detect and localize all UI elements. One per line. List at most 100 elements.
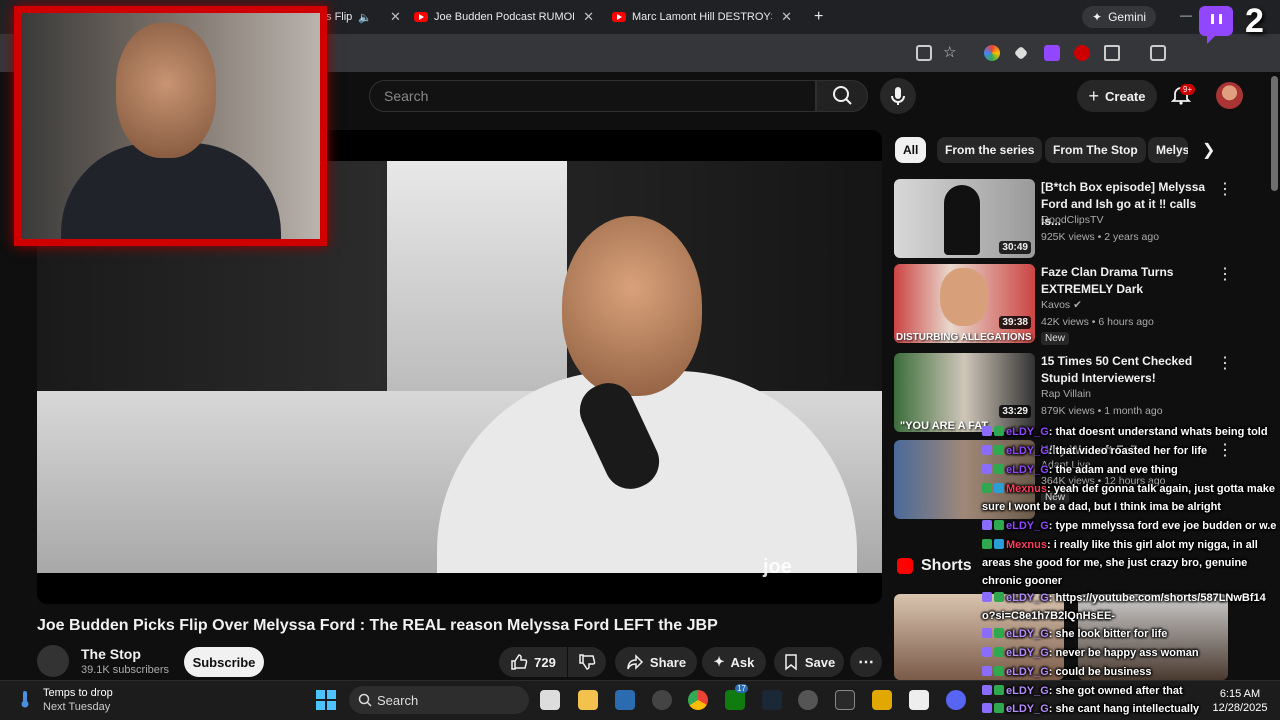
app-icon[interactable] xyxy=(652,690,672,710)
tab-close-current[interactable]: ✕ xyxy=(382,4,404,30)
twitch-viewer-count: 2 xyxy=(1245,2,1264,40)
tab-marc-lamont-hill[interactable]: Marc Lamont Hill DESTROYS M ✕ xyxy=(604,4,800,30)
install-icon[interactable] xyxy=(916,45,932,61)
task-view-icon[interactable] xyxy=(540,690,560,710)
dislike-button[interactable] xyxy=(568,647,606,677)
taskbar-search[interactable]: Search xyxy=(349,686,529,714)
taskbar-search-label: Search xyxy=(377,692,419,708)
close-icon[interactable]: ✕ xyxy=(390,9,401,25)
app-icon[interactable] xyxy=(909,690,929,710)
chat-badge-icon xyxy=(994,483,1004,493)
windows-start-icon[interactable] xyxy=(316,690,336,710)
chat-username: eLDY_G xyxy=(1006,628,1049,640)
chat-username: eLDY_G xyxy=(1006,520,1049,532)
recommendation-title[interactable]: 15 Times 50 Cent Checked Stupid Intervie… xyxy=(1041,353,1216,387)
more-vert-icon[interactable]: ⋮ xyxy=(1217,353,1233,373)
chat-text: : she cant hang intellectually xyxy=(1048,703,1200,715)
chip-melyssa[interactable]: Melys xyxy=(1148,137,1188,163)
recommendation-item[interactable]: 30:49 [B*tch Box episode] Melyssa Ford a… xyxy=(894,179,1264,259)
weather-headline[interactable]: Temps to drop xyxy=(43,687,113,699)
extension-twitch-icon[interactable] xyxy=(1044,45,1060,61)
sparkle-icon: ✦ xyxy=(1092,10,1103,24)
more-actions-button[interactable]: ⋯ xyxy=(850,647,882,677)
share-button[interactable]: Share xyxy=(615,647,697,677)
recommendation-channel[interactable]: GoodClipsTV xyxy=(1041,214,1103,226)
close-icon[interactable]: ✕ xyxy=(583,9,594,25)
weather-subline[interactable]: Next Tuesday xyxy=(43,701,110,713)
scrollbar-thumb[interactable] xyxy=(1271,76,1278,191)
subscribe-button[interactable]: Subscribe xyxy=(184,647,264,677)
chat-username: eLDY_G xyxy=(1006,685,1049,697)
extension-red-icon[interactable] xyxy=(1074,45,1090,61)
chat-username: eLDY_G xyxy=(1006,445,1049,457)
ask-button[interactable]: ✦ Ask xyxy=(702,647,766,677)
video-thumbnail[interactable]: DISTURBING ALLEGATIONS 39:38 xyxy=(894,264,1035,343)
video-duration: 39:38 xyxy=(999,316,1031,329)
search-button[interactable] xyxy=(816,80,868,112)
chat-badge-icon xyxy=(994,539,1004,549)
side-panel-icon[interactable] xyxy=(1150,45,1166,61)
close-icon[interactable]: ✕ xyxy=(781,9,792,25)
bookmark-star-icon[interactable]: ☆ xyxy=(943,43,959,61)
recommendation-title[interactable]: Faze Clan Drama Turns EXTREMELY Dark xyxy=(1041,264,1216,298)
app-icon[interactable] xyxy=(872,690,892,710)
epic-games-icon[interactable] xyxy=(835,690,855,710)
chat-message: eLDY_G: could be business xyxy=(982,663,1278,681)
chevron-right-icon[interactable]: ❯ xyxy=(1202,140,1215,160)
recommendation-meta: 42K views • 6 hours ago xyxy=(1041,316,1154,328)
discord-icon[interactable] xyxy=(946,690,966,710)
minimize-icon[interactable]: — xyxy=(1180,8,1192,22)
chrome-icon[interactable] xyxy=(688,690,708,710)
video-thumbnail[interactable]: 30:49 xyxy=(894,179,1035,258)
video-thumbnail[interactable]: "YOU ARE A FAT 33:29 xyxy=(894,353,1035,432)
chip-from-the-series[interactable]: From the series xyxy=(937,137,1043,163)
new-tab-button[interactable]: + xyxy=(806,4,826,30)
recommendation-channel[interactable]: Rap Villain xyxy=(1041,388,1091,400)
save-button[interactable]: Save xyxy=(774,647,844,677)
chat-badge-icon xyxy=(994,464,1004,474)
search-input[interactable]: Search xyxy=(369,80,816,112)
shorts-heading: Shorts xyxy=(921,557,972,574)
chat-badge-icon xyxy=(982,628,992,638)
obs-icon[interactable] xyxy=(798,690,818,710)
streamer-webcam xyxy=(14,6,327,246)
chat-badge-icon xyxy=(982,445,992,455)
extension-color-icon[interactable] xyxy=(984,45,1000,61)
chat-text: : that doesnt understand whats being tol… xyxy=(1048,426,1268,438)
like-count: 729 xyxy=(534,654,556,670)
chat-badge-icon xyxy=(982,464,992,474)
more-vert-icon[interactable]: ⋮ xyxy=(1217,179,1233,199)
xbox-icon[interactable]: 17 xyxy=(725,684,748,710)
extensions-puzzle-icon[interactable] xyxy=(1104,45,1120,61)
chat-badge-icon xyxy=(994,685,1004,695)
voice-search-button[interactable] xyxy=(880,78,916,114)
like-button[interactable]: 729 xyxy=(499,647,567,677)
chat-badge-icon xyxy=(982,685,992,695)
chat-badge-icon xyxy=(994,703,1004,713)
share-label: Share xyxy=(649,654,687,670)
gemini-button[interactable]: ✦ Gemini xyxy=(1082,6,1157,28)
channel-name[interactable]: The Stop xyxy=(81,646,141,662)
chat-badge-icon xyxy=(982,647,992,657)
account-avatar[interactable] xyxy=(1216,82,1243,109)
thermometer-icon[interactable] xyxy=(16,690,34,708)
chat-username: Mexnus xyxy=(1006,483,1047,495)
tab-budden-rumors[interactable]: Joe Budden Podcast RUMORS I ✕ xyxy=(406,4,602,30)
channel-avatar[interactable] xyxy=(37,645,69,677)
file-explorer-icon[interactable] xyxy=(578,690,598,710)
video-window-backdrop xyxy=(387,161,567,391)
recommendation-item[interactable]: "YOU ARE A FAT 33:29 15 Times 50 Cent Ch… xyxy=(894,353,1264,433)
search-icon xyxy=(833,86,852,105)
chat-badge-icon xyxy=(982,426,992,436)
chip-from-the-stop[interactable]: From The Stop xyxy=(1045,137,1146,163)
chip-all[interactable]: All xyxy=(895,137,927,163)
speaker-icon: 🔈 xyxy=(358,11,372,24)
recommendation-channel[interactable]: Kavos ✔ xyxy=(1041,299,1082,311)
store-icon[interactable] xyxy=(615,690,635,710)
steam-icon[interactable] xyxy=(762,690,782,710)
more-vert-icon[interactable]: ⋮ xyxy=(1217,264,1233,284)
create-button[interactable]: + Create xyxy=(1077,80,1157,112)
chat-text: : she got owned after that xyxy=(1048,685,1183,697)
tab-current[interactable]: Joe Budden Picks Flip 🔈 xyxy=(318,4,380,30)
recommendation-item[interactable]: DISTURBING ALLEGATIONS 39:38 Faze Clan D… xyxy=(894,264,1264,345)
